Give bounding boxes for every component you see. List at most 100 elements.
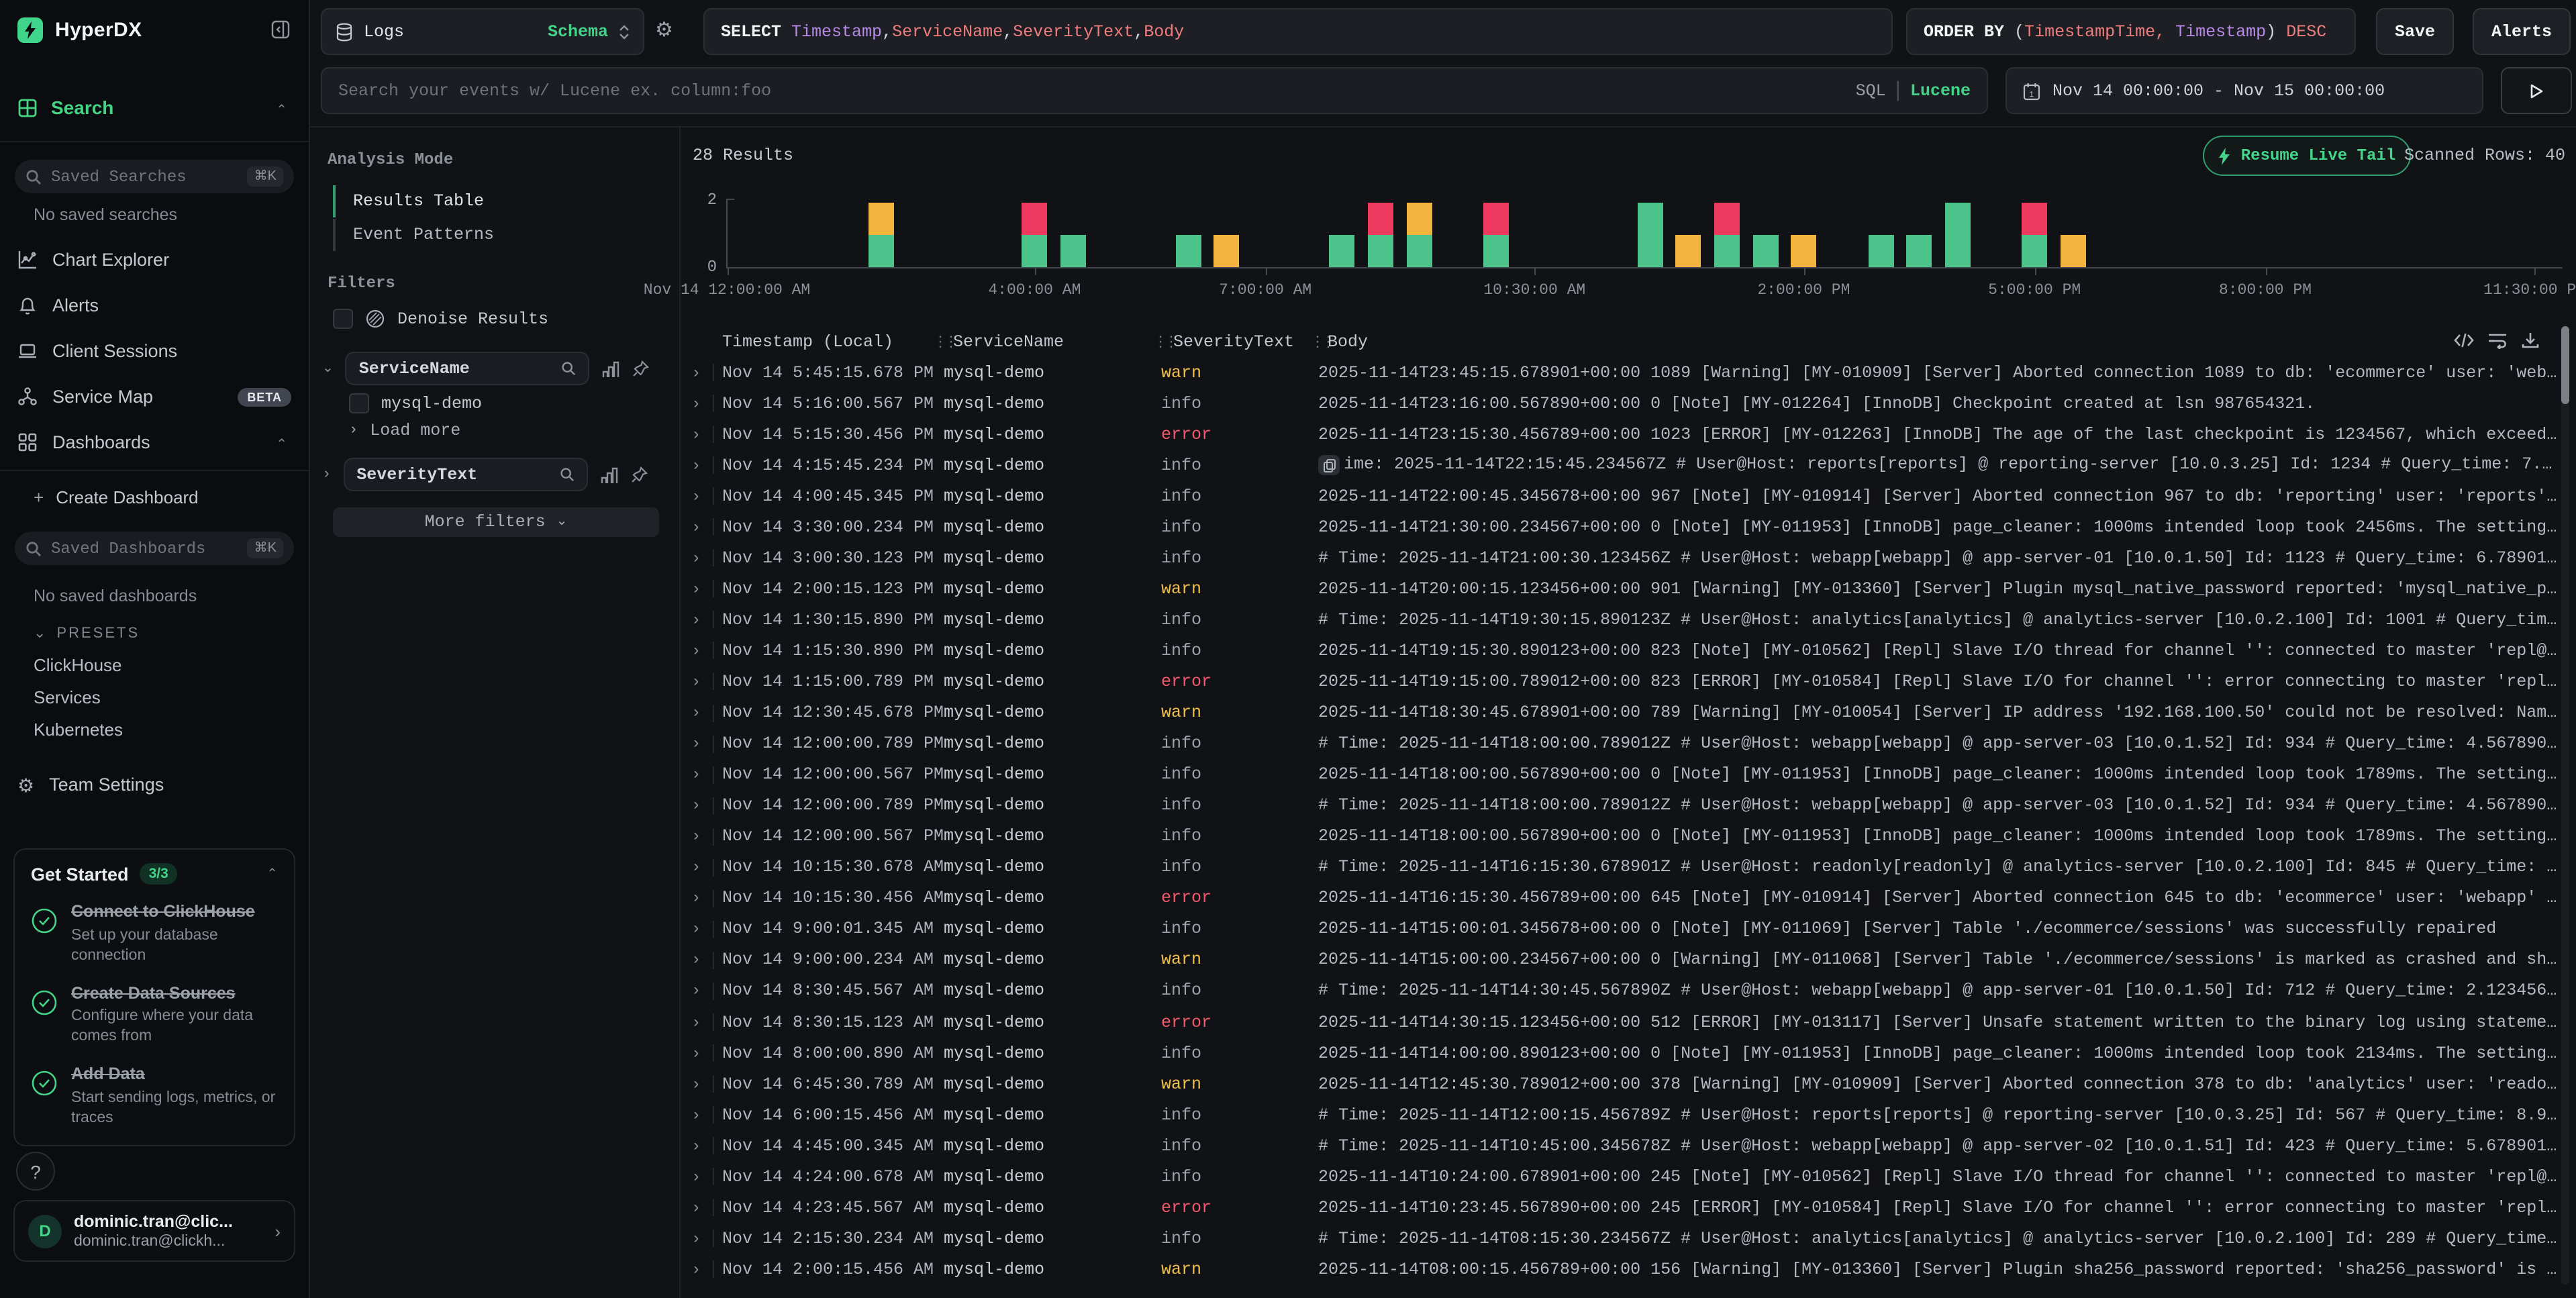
row-expand-icon[interactable]: › — [679, 1013, 713, 1032]
row-expand-icon[interactable]: › — [679, 1260, 713, 1279]
row-expand-icon[interactable]: › — [679, 425, 713, 444]
row-expand-icon[interactable]: › — [679, 549, 713, 568]
col-header-timestamp[interactable]: Timestamp (Local) — [722, 333, 893, 352]
facet-servicename-search[interactable]: ServiceName — [346, 352, 590, 385]
tab-results-table[interactable]: Results Table — [333, 185, 662, 217]
row-expand-icon[interactable]: › — [679, 642, 713, 660]
table-row[interactable]: ›Nov 14 5:16:00.567 PMmysql-demoinfo2025… — [679, 388, 2560, 419]
facet-value-mysql-demo[interactable]: mysql-demo — [349, 393, 482, 413]
histogram-bar[interactable] — [1406, 203, 1432, 267]
histogram-bar[interactable] — [868, 203, 893, 267]
table-row[interactable]: ›Nov 14 12:00:00.789 PMmysql-demoinfo# T… — [679, 728, 2560, 759]
chevron-up-icon[interactable]: ⌃ — [276, 438, 287, 452]
histogram-bar[interactable] — [1368, 203, 1393, 267]
row-expand-icon[interactable]: › — [679, 920, 713, 939]
table-row[interactable]: ›Nov 14 1:30:15.890 PMmysql-demoinfo# Ti… — [679, 605, 2560, 636]
denoise-results-toggle[interactable]: Denoise Results — [333, 309, 548, 329]
table-row[interactable]: ›Nov 14 8:30:45.567 AMmysql-demoinfo# Ti… — [679, 976, 2560, 1007]
lang-toggle-lucene[interactable]: Lucene — [1910, 81, 1971, 100]
histogram-bar[interactable] — [1906, 235, 1932, 267]
event-search-input[interactable]: Search your events w/ Lucene ex. column:… — [321, 67, 1988, 114]
row-expand-icon[interactable]: › — [679, 1136, 713, 1155]
presets-header[interactable]: ⌄ PRESETS — [34, 624, 140, 642]
sidebar-item-team-settings[interactable]: ⚙ Team Settings — [17, 775, 164, 795]
row-expand-icon[interactable]: › — [679, 703, 713, 722]
row-expand-icon[interactable]: › — [679, 611, 713, 630]
chevron-up-icon[interactable]: ⌃ — [266, 866, 278, 881]
source-selector[interactable]: Logs Schema — [321, 8, 644, 55]
row-expand-icon[interactable]: › — [679, 1199, 713, 1217]
scrollbar-thumb[interactable] — [2561, 326, 2569, 404]
row-expand-icon[interactable]: › — [679, 672, 713, 691]
table-row[interactable]: ›Nov 14 12:00:00.789 PMmysql-demoinfo# T… — [679, 790, 2560, 821]
col-header-servicename[interactable]: ServiceName — [953, 333, 1064, 352]
help-button[interactable]: ? — [16, 1152, 55, 1191]
sidebar-item-chart-explorer[interactable]: Chart Explorer — [17, 250, 169, 270]
settings-gear-icon[interactable]: ⚙ — [655, 17, 673, 42]
table-row[interactable]: ›Nov 14 2:00:15.456 AMmysql-demowarn2025… — [679, 1254, 2560, 1285]
row-expand-icon[interactable]: › — [679, 951, 713, 970]
table-row[interactable]: ›Nov 14 4:23:45.567 AMmysql-demoerror202… — [679, 1193, 2560, 1224]
row-expand-icon[interactable]: › — [679, 1105, 713, 1124]
table-row[interactable]: ›Nov 14 8:00:00.890 AMmysql-demoinfo2025… — [679, 1038, 2560, 1068]
table-row[interactable]: ›Nov 14 6:00:15.456 AMmysql-demoinfo# Ti… — [679, 1099, 2560, 1130]
get-started-item[interactable]: Add Data Start sending logs, metrics, or… — [31, 1064, 278, 1128]
col-header-body[interactable]: Body — [1328, 333, 1368, 352]
user-menu[interactable]: D dominic.tran@clic... dominic.tran@clic… — [13, 1200, 295, 1262]
checkbox[interactable] — [333, 309, 353, 329]
table-row[interactable]: ›Nov 14 5:45:15.678 PMmysql-demowarn2025… — [679, 357, 2560, 388]
table-row[interactable]: ›Nov 14 3:00:30.123 PMmysql-demoinfo# Ti… — [679, 543, 2560, 574]
app-logo[interactable]: HyperDX — [17, 17, 142, 43]
row-expand-icon[interactable]: › — [679, 1044, 713, 1062]
table-row[interactable]: ›Nov 14 4:15:45.234 PMmysql-demoinfoime:… — [679, 450, 2560, 481]
scrollbar[interactable] — [2561, 326, 2569, 1285]
table-row[interactable]: ›Nov 14 9:00:01.345 AMmysql-demoinfo2025… — [679, 914, 2560, 945]
histogram-bar[interactable] — [1945, 203, 1971, 267]
row-expand-icon[interactable]: › — [679, 889, 713, 908]
table-row[interactable]: ›Nov 14 3:30:00.234 PMmysql-demoinfo2025… — [679, 511, 2560, 542]
row-expand-icon[interactable]: › — [679, 765, 713, 784]
preset-item-kubernetes[interactable]: Kubernetes — [34, 719, 123, 740]
histogram-bar[interactable] — [1676, 235, 1701, 267]
table-row[interactable]: ›Nov 14 12:00:00.567 PMmysql-demoinfo202… — [679, 759, 2560, 790]
table-row[interactable]: ›Nov 14 4:00:45.345 PMmysql-demoinfo2025… — [679, 481, 2560, 511]
tab-event-patterns[interactable]: Event Patterns — [333, 219, 662, 251]
chevron-down-icon[interactable]: ⌄ — [322, 360, 334, 377]
table-row[interactable]: ›Nov 14 12:30:45.678 PMmysql-demowarn202… — [679, 697, 2560, 728]
row-expand-icon[interactable]: › — [679, 487, 713, 505]
histogram-bar[interactable] — [1483, 203, 1509, 267]
histogram-bar[interactable] — [1868, 235, 1893, 267]
table-row[interactable]: ›Nov 14 8:30:15.123 AMmysql-demoerror202… — [679, 1007, 2560, 1038]
saved-searches-input[interactable]: Saved Searches ⌘K — [15, 160, 294, 193]
schema-link[interactable]: Schema — [548, 22, 608, 41]
row-expand-icon[interactable]: › — [679, 394, 713, 413]
table-row[interactable]: ›Nov 14 1:15:00.789 PMmysql-demoerror202… — [679, 666, 2560, 697]
histogram-bar[interactable] — [2022, 203, 2047, 267]
save-button[interactable]: Save — [2376, 8, 2454, 55]
col-header-severitytext[interactable]: SeverityText — [1173, 333, 1294, 352]
histogram-bar[interactable] — [1330, 235, 1355, 267]
table-row[interactable]: ›Nov 14 1:15:30.890 PMmysql-demoinfo2025… — [679, 636, 2560, 666]
select-query-input[interactable]: SELECT Timestamp,ServiceName,SeverityTex… — [703, 8, 1893, 55]
row-expand-icon[interactable]: › — [679, 363, 713, 382]
pin-icon[interactable] — [633, 360, 650, 377]
row-expand-icon[interactable]: › — [679, 1230, 713, 1248]
table-row[interactable]: ›Nov 14 2:15:30.234 AMmysql-demoinfo# Ti… — [679, 1224, 2560, 1254]
sidebar-item-service-map[interactable]: Service Map BETA — [17, 387, 291, 407]
table-row[interactable]: ›Nov 14 2:00:15.123 PMmysql-demowarn2025… — [679, 574, 2560, 605]
row-expand-icon[interactable]: › — [679, 827, 713, 846]
table-row[interactable]: ›Nov 14 10:15:30.456 AMmysql-demoerror20… — [679, 883, 2560, 914]
table-row[interactable]: ›Nov 14 4:24:00.678 AMmysql-demoinfo2025… — [679, 1161, 2560, 1192]
histogram-bar[interactable] — [1791, 235, 1816, 267]
checkbox[interactable] — [349, 393, 369, 413]
histogram-bar[interactable] — [1022, 203, 1047, 267]
preset-item-services[interactable]: Services — [34, 687, 101, 707]
events-histogram[interactable]: 2 0 Nov 14 12:00:00 AM4:00:00 AM7:00:00 … — [679, 174, 2576, 322]
histogram-bar[interactable] — [1752, 235, 1778, 267]
drag-handle-icon[interactable]: ⋮⋮ — [1153, 333, 1175, 352]
histogram-bar[interactable] — [1637, 203, 1663, 267]
row-expand-icon[interactable]: › — [679, 982, 713, 1001]
more-filters-button[interactable]: More filters ⌄ — [333, 507, 659, 537]
orderby-input[interactable]: ORDER BY (TimestampTime, Timestamp) DESC — [1906, 8, 2356, 55]
run-query-button[interactable] — [2501, 67, 2572, 114]
